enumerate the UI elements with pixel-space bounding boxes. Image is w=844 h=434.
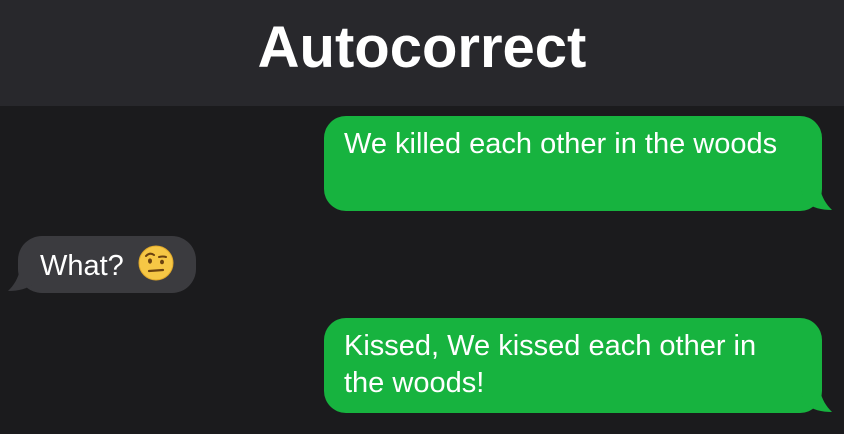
meme-frame: Autocorrect We killed each other in the … [0,0,844,434]
message-text: Kissed, We kissed each other in the wood… [344,330,757,399]
sent-bubble-tail [800,390,832,412]
sent-message-bubble[interactable]: We killed each other in the woods [324,116,822,211]
message-text: What? [40,250,124,282]
received-bubble-tail [8,269,40,291]
conversation-area[interactable]: We killed each other in the woods What? … [0,106,844,434]
page-title: Autocorrect [257,15,587,80]
message-text: We killed each other in the woods [344,128,778,160]
received-message-bubble[interactable]: What? [18,236,196,293]
title-bar: Autocorrect [0,0,844,106]
sent-bubble-tail [800,188,832,210]
sent-message-bubble[interactable]: Kissed, We kissed each other in the wood… [324,318,822,413]
face-with-raised-eyebrow-icon [138,245,174,281]
